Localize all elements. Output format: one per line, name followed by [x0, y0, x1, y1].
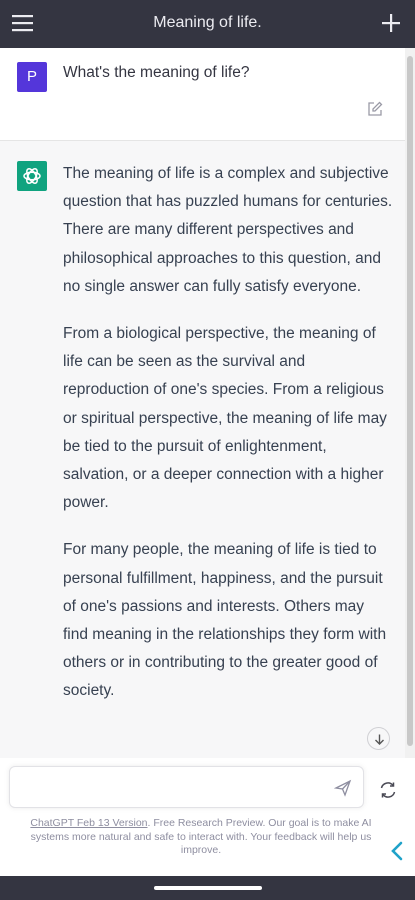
scrollbar-thumb[interactable]	[407, 56, 413, 746]
home-gesture-pill[interactable]	[154, 886, 262, 890]
assistant-message: The meaning of life is a complex and sub…	[0, 141, 405, 758]
message-input[interactable]	[20, 776, 320, 800]
conversation-title: Meaning of life.	[153, 14, 262, 31]
assistant-paragraph: The meaning of life is a complex and sub…	[63, 165, 393, 295]
scrollbar[interactable]	[405, 48, 415, 758]
footer-disclaimer: ChatGPT Feb 13 Version. Free Research Pr…	[10, 817, 392, 858]
user-avatar: P	[17, 62, 47, 92]
system-navigation-bar	[0, 876, 415, 900]
assistant-message-text: The meaning of life is a complex and sub…	[63, 160, 393, 725]
openai-logo-icon	[17, 161, 47, 191]
top-app-bar: Meaning of life.	[0, 0, 415, 48]
refresh-icon[interactable]	[378, 780, 398, 800]
assistant-paragraph: From a biological perspective, the meani…	[63, 325, 387, 512]
message-input-box[interactable]	[9, 766, 364, 808]
new-chat-plus-icon[interactable]	[381, 13, 401, 33]
assistant-paragraph: For many people, the meaning of life is …	[63, 541, 387, 700]
version-link[interactable]: ChatGPT Feb 13 Version	[30, 817, 147, 829]
scroll-down-button[interactable]	[367, 727, 390, 750]
user-message-text: What's the meaning of life?	[63, 64, 250, 81]
hamburger-menu-icon[interactable]	[12, 13, 34, 33]
edit-icon[interactable]	[366, 100, 384, 118]
chevron-left-icon[interactable]	[389, 840, 405, 862]
send-icon[interactable]	[333, 779, 352, 797]
arrow-down-icon	[375, 734, 384, 745]
user-message: P What's the meaning of life?	[0, 48, 405, 141]
